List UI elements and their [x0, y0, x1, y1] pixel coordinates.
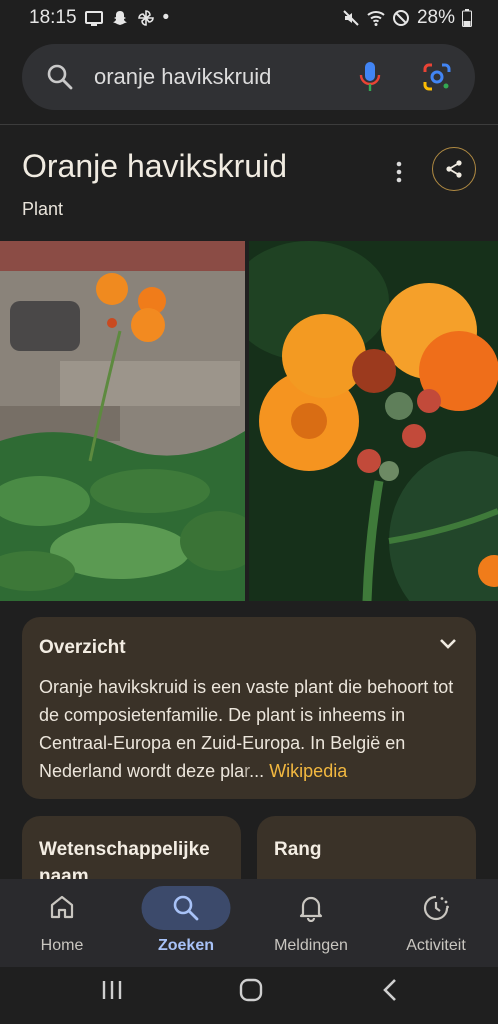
rank-label: Rang: [274, 839, 322, 860]
activity-icon: [423, 895, 449, 921]
back-icon[interactable]: [381, 978, 399, 1002]
nav-home[interactable]: Home: [0, 879, 124, 967]
nav-notifications[interactable]: Meldingen: [249, 879, 373, 967]
nav-activity[interactable]: Activiteit: [374, 879, 498, 967]
bottom-navigation: Home Zoeken Meldingen Activiteit: [0, 879, 498, 967]
search-bar[interactable]: oranje havikskruid: [22, 44, 475, 110]
share-icon: [446, 160, 462, 178]
share-button[interactable]: [432, 147, 476, 191]
screen-icon: [84, 11, 103, 26]
google-lens-icon[interactable]: [422, 62, 452, 92]
microphone-icon[interactable]: [358, 60, 382, 94]
dnd-icon: [392, 10, 409, 26]
divider: [0, 124, 498, 125]
nav-activity-label: Activiteit: [406, 937, 466, 954]
overview-card[interactable]: Overzicht Oranje havikskruid is een vast…: [22, 617, 476, 799]
search-icon: [173, 895, 199, 921]
plant-photo-closeup[interactable]: [249, 241, 498, 601]
overview-text: Oranje havikskruid is een vaste plant di…: [39, 673, 464, 785]
chevron-down-icon[interactable]: [438, 637, 458, 651]
wifi-icon: [367, 11, 385, 26]
home-button-icon[interactable]: [239, 978, 263, 1002]
home-icon: [50, 895, 74, 919]
status-time: 18:15: [29, 7, 77, 28]
nav-search[interactable]: Zoeken: [124, 879, 248, 967]
recent-apps-icon[interactable]: [101, 979, 123, 1001]
nav-notifications-label: Meldingen: [274, 937, 348, 954]
bell-icon: [299, 896, 323, 922]
search-icon[interactable]: [46, 63, 74, 91]
battery-icon: [462, 9, 472, 27]
plant-photo-wall[interactable]: [0, 241, 245, 601]
more-options-icon[interactable]: [389, 161, 409, 183]
mute-icon: [343, 10, 359, 26]
wikipedia-link[interactable]: Wikipedia: [269, 761, 347, 781]
nav-home-label: Home: [40, 937, 84, 954]
overview-ellipsis: ...: [249, 761, 265, 781]
system-navigation: [0, 967, 498, 1024]
nav-search-label: Zoeken: [157, 937, 214, 954]
status-dot: •: [162, 7, 170, 28]
status-bar: 18:15 • 28%: [0, 0, 498, 36]
entity-title: Oranje havikskruid: [22, 148, 287, 184]
pinwheel-icon: [137, 10, 154, 26]
snapchat-icon: [112, 11, 127, 25]
overview-title: Overzicht: [39, 637, 126, 658]
entity-subtitle: Plant: [22, 199, 64, 219]
search-input[interactable]: oranje havikskruid: [94, 64, 271, 90]
battery-percent: 28%: [416, 7, 455, 28]
